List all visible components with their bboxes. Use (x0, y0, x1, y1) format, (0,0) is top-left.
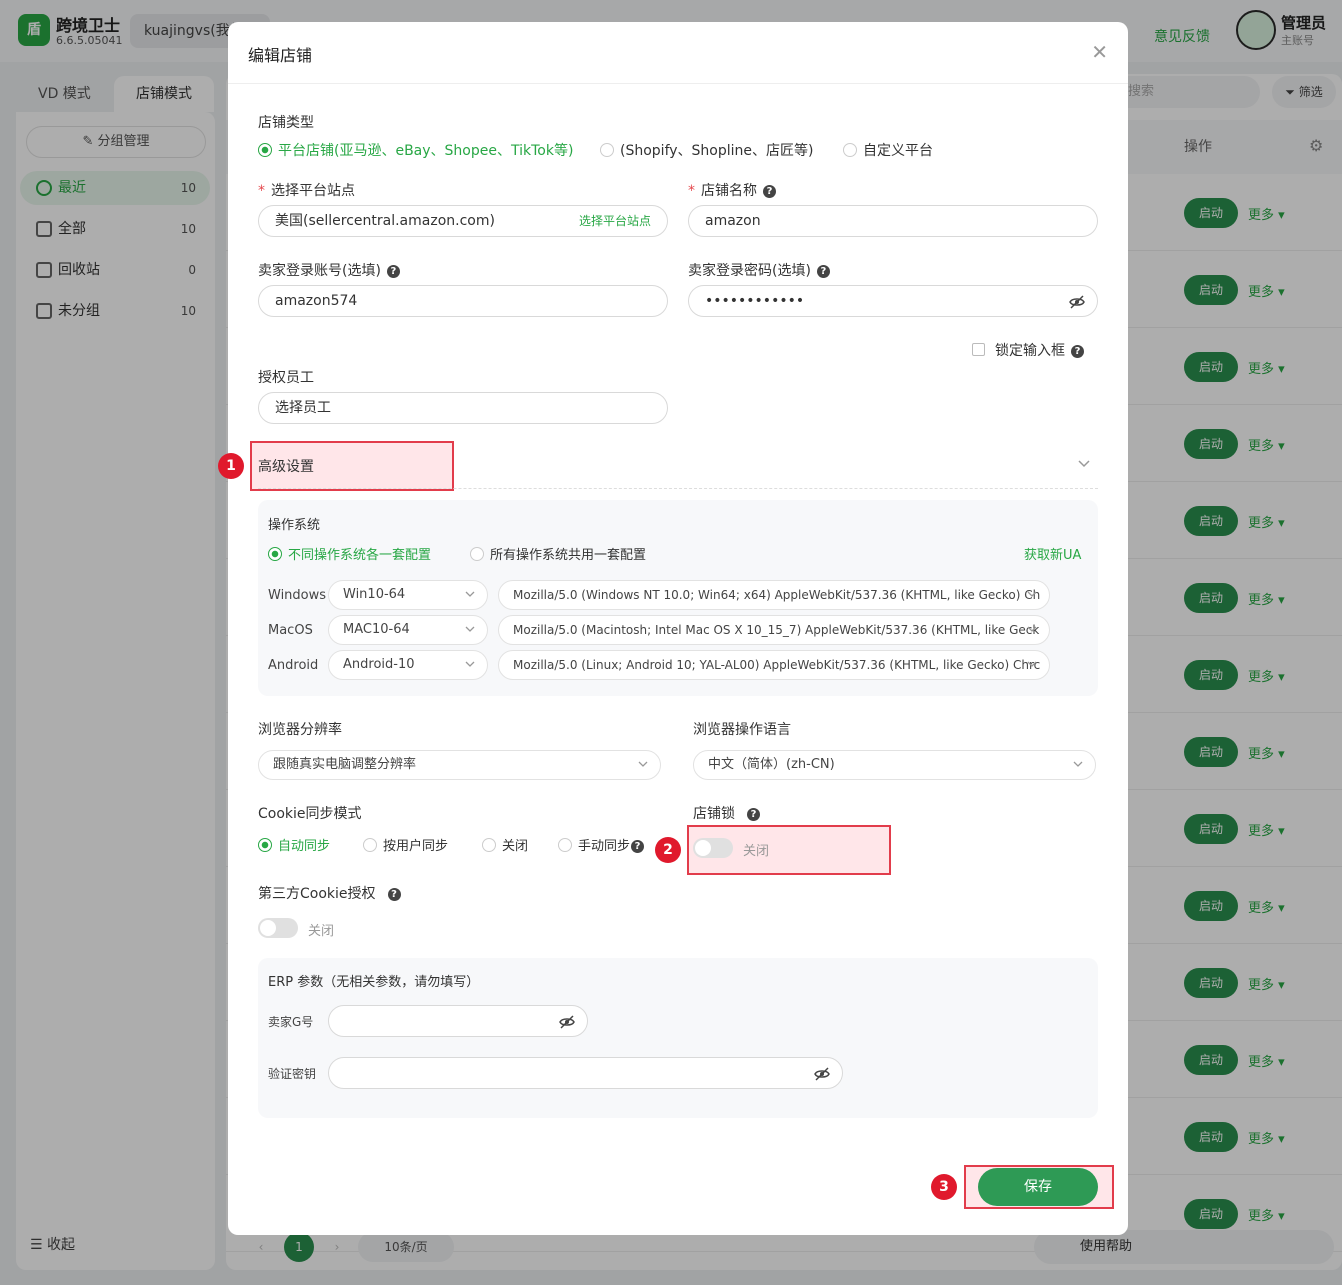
os-name: MacOS (268, 623, 313, 638)
eye-slash-icon[interactable] (1069, 294, 1085, 310)
lock-input-label: 锁定输入框? (995, 340, 1084, 360)
third-cookie-toggle[interactable] (258, 918, 298, 938)
step-badge-3: 3 (931, 1174, 957, 1200)
resolution-select[interactable]: 跟随真实电脑调整分辨率 (258, 750, 661, 780)
os-name: Android (268, 658, 319, 673)
password-field[interactable]: •••••••••••• (688, 285, 1098, 317)
password-value: •••••••••••• (705, 293, 805, 309)
third-cookie-state: 关闭 (308, 924, 335, 939)
shop-name-label: * 店铺名称? (688, 180, 776, 200)
user-agent-select[interactable]: Mozilla/5.0 (Windows NT 10.0; Win64; x64… (498, 580, 1050, 610)
chevron-down-icon (1073, 761, 1083, 767)
chevron-down-icon (638, 761, 648, 767)
shop-lock-toggle[interactable] (693, 838, 733, 858)
chevron-down-icon[interactable] (1078, 459, 1090, 469)
shop-type-platform-radio[interactable]: 平台店铺(亚马逊、eBay、Shopee、TikTok等) (258, 140, 573, 160)
lock-input-checkbox[interactable] (972, 343, 985, 356)
eye-slash-icon[interactable] (559, 1014, 575, 1030)
staff-label: 授权员工 (258, 370, 314, 386)
site-label: * 选择平台站点 (258, 183, 355, 199)
edit-shop-dialog: 编辑店铺 ✕ 店铺类型 平台店铺(亚马逊、eBay、Shopee、TikTok等… (228, 22, 1128, 1235)
chevron-down-icon (465, 626, 475, 632)
os-name: Windows (268, 588, 327, 603)
dialog-header: 编辑店铺 ✕ (228, 22, 1128, 84)
step-badge-1: 1 (218, 453, 244, 479)
help-icon[interactable]: ? (1071, 344, 1084, 358)
os-version-select[interactable]: Win10-64 (328, 580, 488, 610)
os-separate-radio[interactable]: 不同操作系统各一套配置 (268, 544, 431, 563)
user-agent-select[interactable]: Mozilla/5.0 (Macintosh; Intel Mac OS X 1… (498, 615, 1050, 645)
erp-title: ERP 参数（无相关参数，请勿填写） (268, 975, 480, 990)
chevron-down-icon (1027, 661, 1037, 667)
advanced-settings-toggle[interactable]: 高级设置 (258, 456, 314, 476)
help-icon[interactable]: ? (816, 264, 830, 278)
resolution-value: 跟随真实电脑调整分辨率 (273, 757, 417, 772)
language-label: 浏览器操作语言 (693, 722, 791, 738)
seller-g-label: 卖家G号 (268, 1015, 314, 1029)
user-agent-select[interactable]: Mozilla/5.0 (Linux; Android 10; YAL-AL00… (498, 650, 1050, 680)
select-site-link[interactable]: 选择平台站点 (579, 206, 651, 236)
third-cookie-label: 第三方Cookie授权? (258, 883, 401, 903)
save-button[interactable]: 保存 (978, 1168, 1098, 1206)
shop-type-custom-radio[interactable]: 自定义平台 (843, 140, 933, 160)
language-select[interactable]: 中文（简体）(zh-CN) (693, 750, 1096, 780)
staff-placeholder: 选择员工 (275, 400, 331, 416)
help-icon[interactable]: ? (763, 184, 776, 198)
erp-panel: ERP 参数（无相关参数，请勿填写） 卖家G号 验证密钥 (258, 958, 1098, 1118)
help-icon[interactable]: ? (387, 887, 401, 901)
account-label: 卖家登录账号(选填)? (258, 260, 400, 280)
os-panel: 操作系统 不同操作系统各一套配置 所有操作系统共用一套配置 获取新UA Wind… (258, 500, 1098, 696)
staff-select[interactable]: 选择员工 (258, 392, 668, 424)
shop-type-independent-radio[interactable]: (Shopify、Shopline、店匠等) (600, 140, 813, 160)
chevron-down-icon (1027, 591, 1037, 597)
shop-lock-label: 店铺锁? (693, 803, 760, 823)
shop-type-label: 店铺类型 (258, 115, 314, 131)
os-version-select[interactable]: MAC10-64 (328, 615, 488, 645)
account-field[interactable]: amazon574 (258, 285, 668, 317)
help-icon[interactable]: ? (631, 840, 645, 853)
cookie-user-radio[interactable]: 按用户同步 (363, 835, 448, 854)
cookie-manual-radio[interactable]: 手动同步? (558, 835, 645, 854)
help-icon[interactable]: ? (747, 807, 760, 821)
platform-site-field[interactable]: 美国(sellercentral.amazon.com) 选择平台站点 (258, 205, 668, 237)
cookie-off-radio[interactable]: 关闭 (482, 835, 528, 854)
os-version-select[interactable]: Android-10 (328, 650, 488, 680)
eye-slash-icon[interactable] (814, 1066, 830, 1082)
chevron-down-icon (465, 591, 475, 597)
get-new-ua-link[interactable]: 获取新UA (1024, 544, 1081, 563)
chevron-down-icon (465, 661, 475, 667)
verify-key-label: 验证密钥 (268, 1067, 317, 1081)
cookie-auto-radio[interactable]: 自动同步 (258, 835, 330, 854)
cookie-sync-label: Cookie同步模式 (258, 806, 362, 822)
shop-name-field[interactable]: amazon (688, 205, 1098, 237)
shop-lock-state: 关闭 (743, 844, 770, 859)
dialog-title: 编辑店铺 (248, 46, 313, 65)
os-label: 操作系统 (268, 518, 321, 533)
seller-g-field[interactable] (328, 1005, 588, 1037)
chevron-down-icon (1027, 626, 1037, 632)
site-value: 美国(sellercentral.amazon.com) (275, 213, 495, 229)
verify-key-field[interactable] (328, 1057, 843, 1089)
divider (258, 488, 1098, 489)
close-icon[interactable]: ✕ (1091, 40, 1108, 64)
os-shared-radio[interactable]: 所有操作系统共用一套配置 (470, 544, 646, 563)
help-icon[interactable]: ? (386, 264, 400, 278)
step-badge-2: 2 (655, 837, 681, 863)
password-label: 卖家登录密码(选填)? (688, 260, 830, 280)
language-value: 中文（简体）(zh-CN) (708, 757, 835, 772)
resolution-label: 浏览器分辨率 (258, 722, 342, 738)
